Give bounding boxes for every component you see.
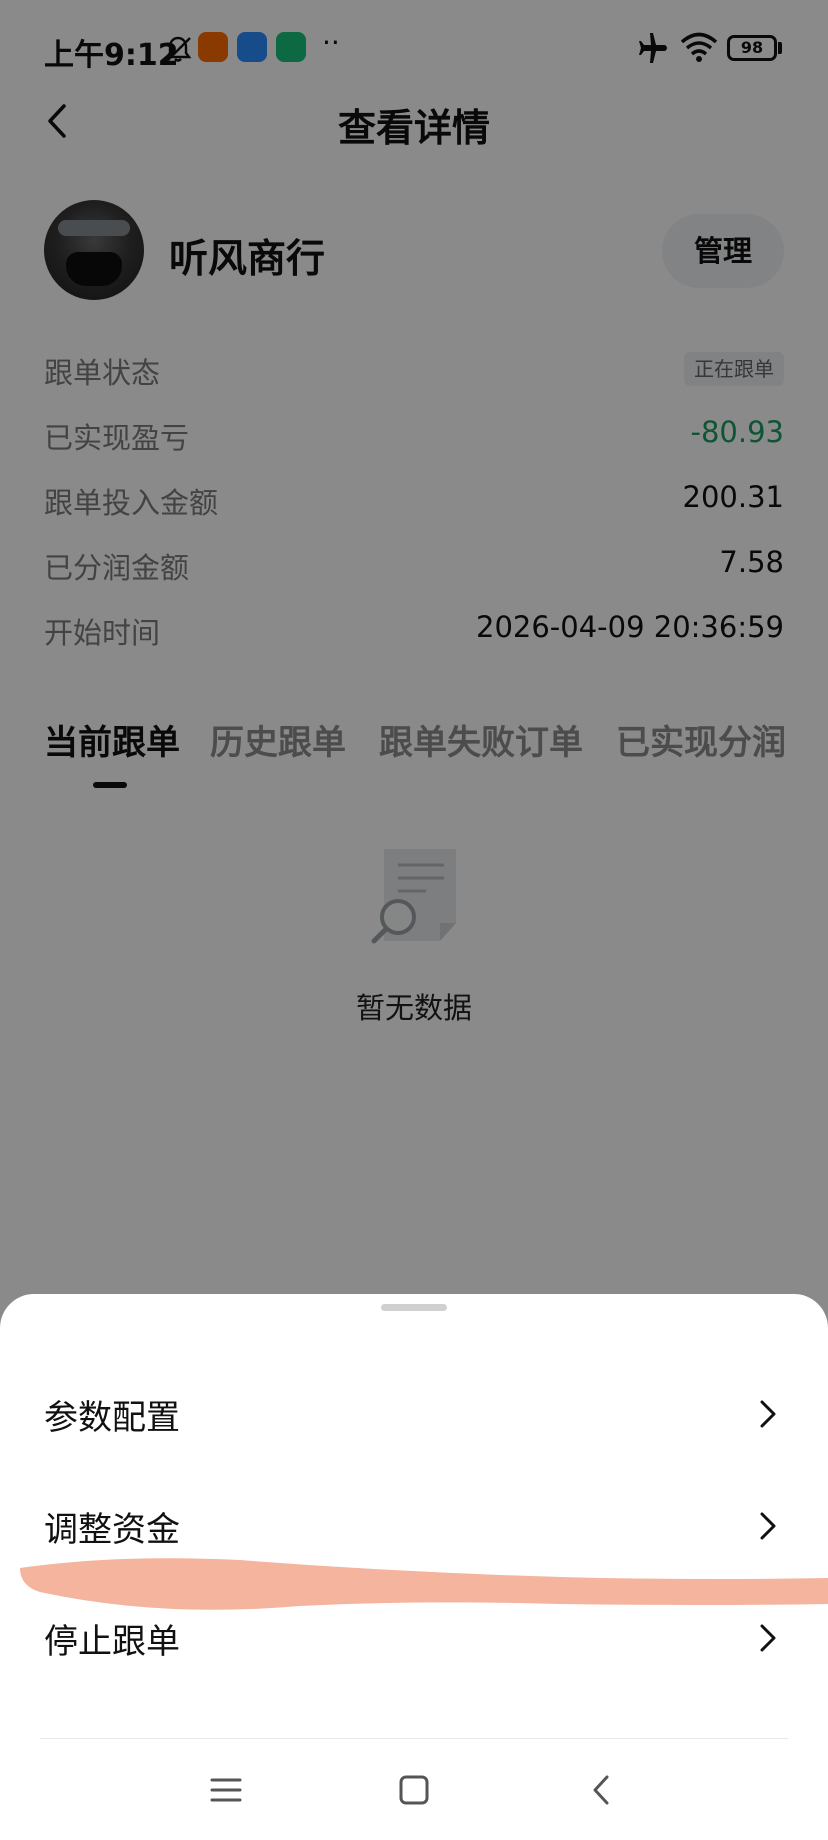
menu-item-label: 停止跟单	[44, 1622, 180, 1662]
menu-item-label: 参数配置	[44, 1398, 180, 1438]
screen: 上午9:12 ·· 98 查看详情 听风商行 管理 跟单状态 正在跟单 已实现盈…	[0, 0, 828, 1840]
home-icon[interactable]	[392, 1768, 436, 1812]
sheet-divider	[40, 1738, 788, 1739]
chevron-right-icon	[760, 1624, 776, 1652]
menu-item-stop-copy-trading[interactable]: 停止跟单	[0, 1614, 828, 1726]
chevron-right-icon	[760, 1512, 776, 1540]
chevron-right-icon	[760, 1400, 776, 1428]
menu-icon[interactable]	[204, 1768, 248, 1812]
back-icon[interactable]	[580, 1768, 624, 1812]
menu-item-parameter-config[interactable]: 参数配置	[0, 1390, 828, 1502]
menu-item-label: 调整资金	[44, 1510, 180, 1550]
sheet-drag-handle[interactable]	[381, 1304, 447, 1311]
